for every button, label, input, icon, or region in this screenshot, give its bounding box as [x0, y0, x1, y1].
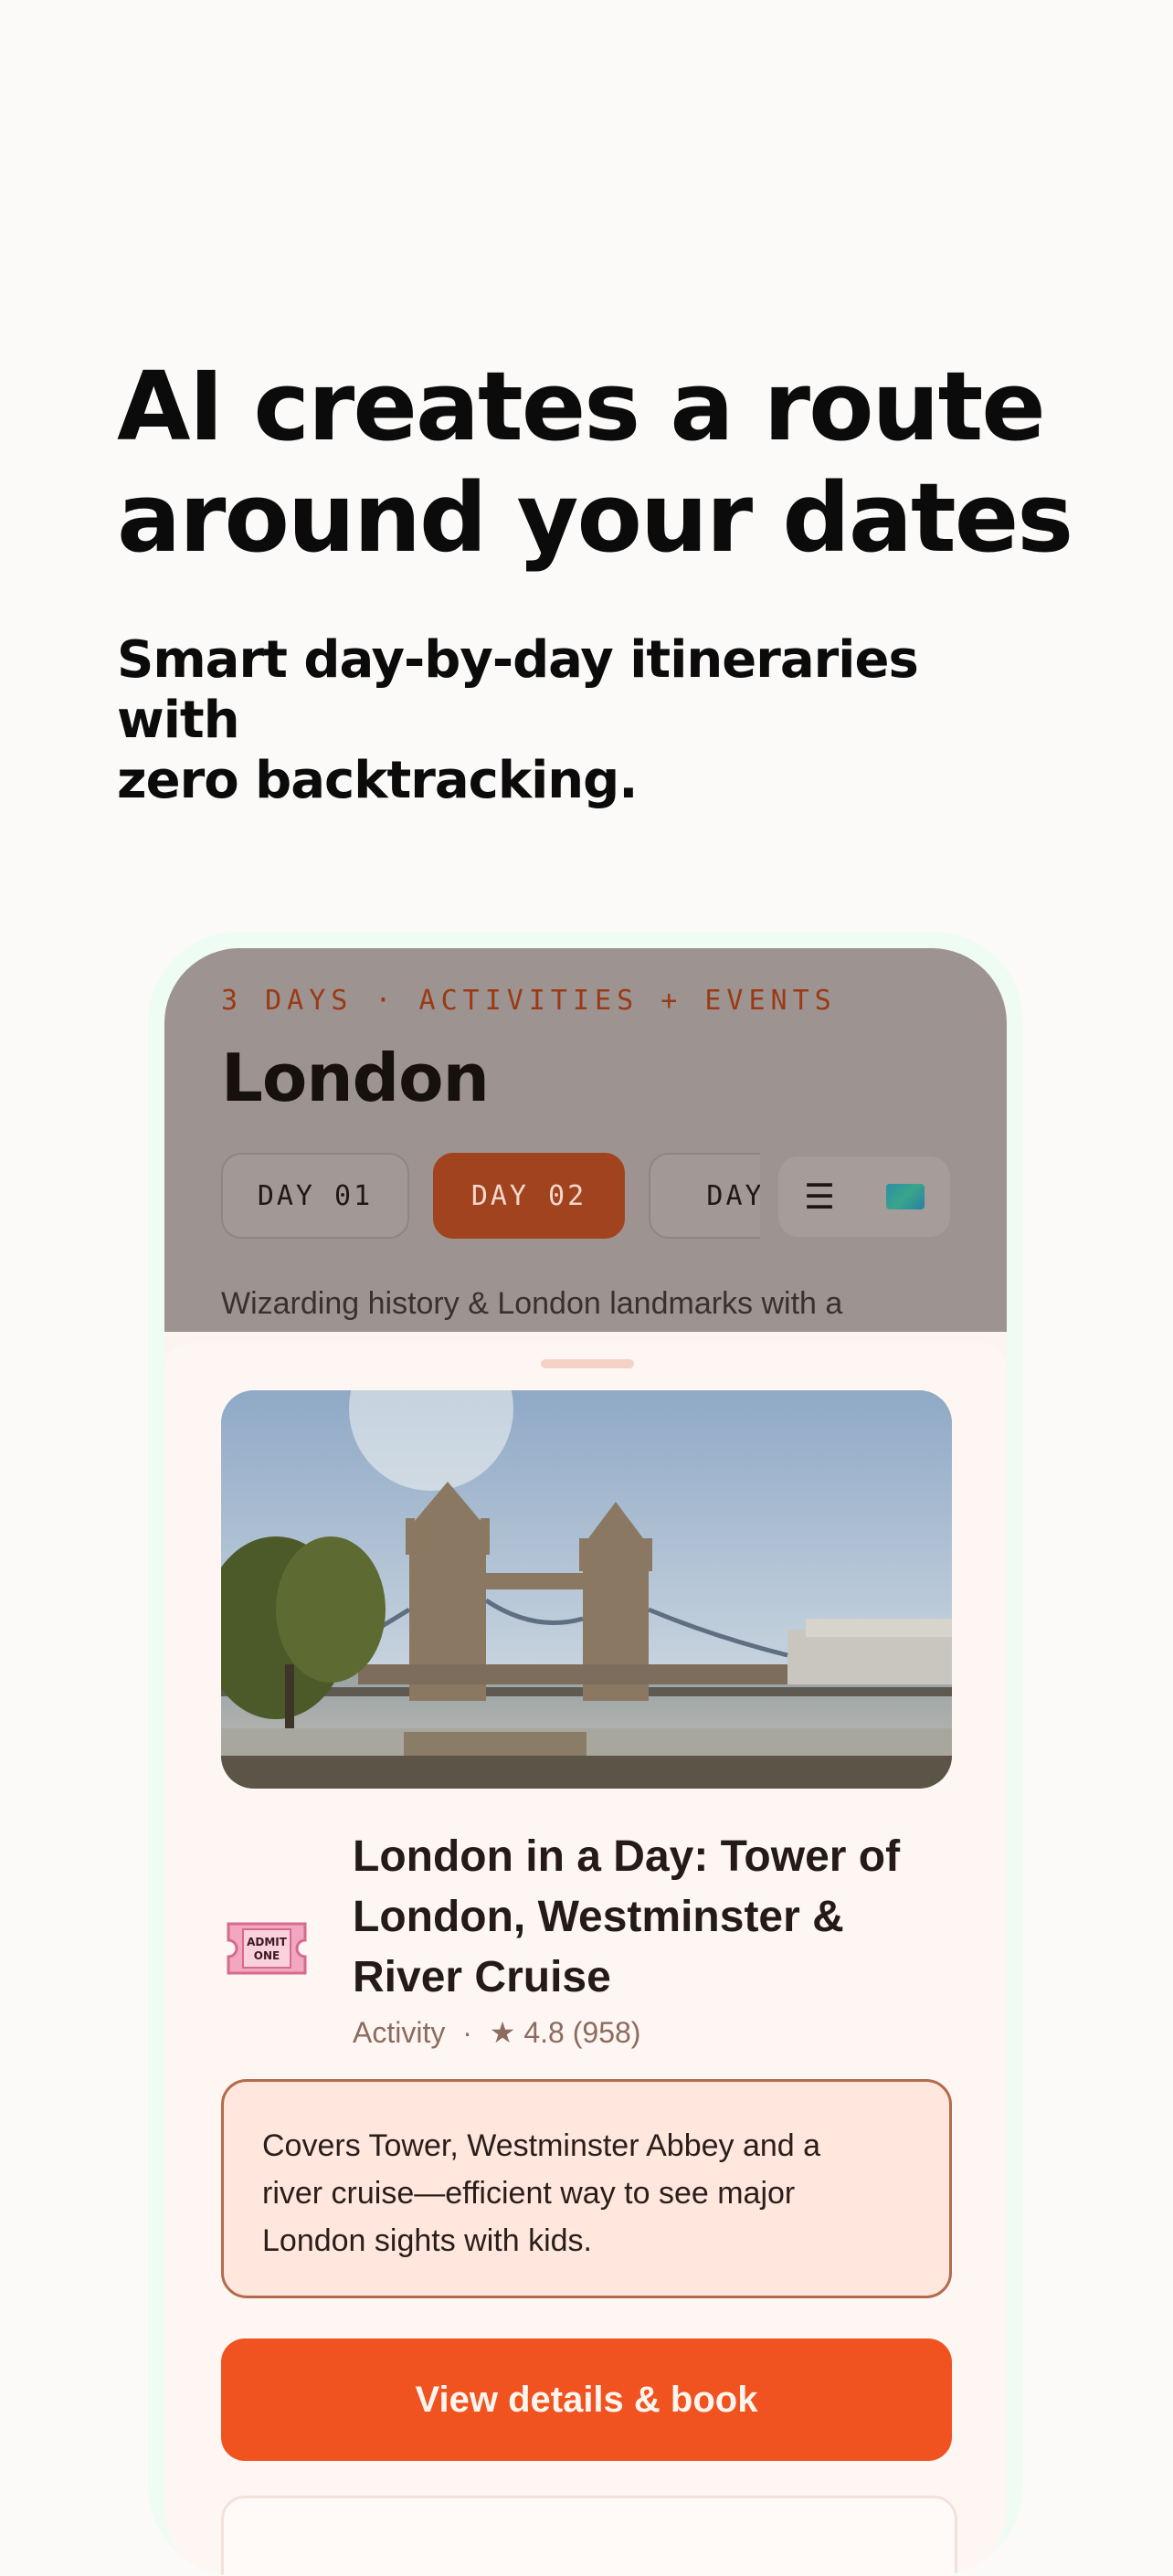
phone-screen: 3 DAYS · ACTIVITIES + EVENTS London DAY … — [164, 948, 1007, 2576]
activity-rating: ★ 4.8 (958) — [489, 2016, 641, 2049]
headline-line-2: around your dates — [117, 462, 1073, 574]
phone-mockup: 3 DAYS · ACTIVITIES + EVENTS London DAY … — [148, 932, 1023, 2576]
promo-headline: AI creates a route around your dates — [117, 351, 1104, 574]
activity-title-line-3: River Cruise — [353, 1953, 611, 2001]
subhead-line-1: Smart day-by-day itineraries with — [117, 630, 919, 750]
day-tabs: DAY 01 DAY 02 DAY — [221, 1153, 760, 1244]
subhead-line-2: zero backtracking. — [117, 751, 639, 810]
view-details-book-button[interactable]: View details & book — [221, 2338, 952, 2461]
activity-bottom-sheet[interactable]: ADMIT ONE London in a Day: Tower of Lond… — [164, 1343, 1007, 2576]
admit-one-ticket-icon: ADMIT ONE — [227, 1922, 307, 1975]
note-line-3: London sights with kids. — [262, 2223, 592, 2258]
trip-meta: 3 DAYS · ACTIVITIES + EVENTS — [221, 985, 837, 1017]
note-line-2: river cruise—efficient way to see major — [262, 2176, 796, 2211]
note-line-1: Covers Tower, Westminster Abbey and a — [262, 2128, 821, 2163]
activity-meta: Activity · ★ 4.8 (958) — [353, 2015, 640, 2050]
itinerary-header: 3 DAYS · ACTIVITIES + EVENTS London DAY … — [164, 948, 1007, 1332]
sheet-drag-handle[interactable] — [541, 1359, 634, 1368]
tower-bridge-photo[interactable] — [221, 1390, 952, 1789]
meta-separator: · — [462, 2016, 472, 2049]
activity-title-line-1: London in a Day: Tower of — [353, 1832, 901, 1881]
activity-title-line-2: London, Westminster & — [353, 1893, 844, 1941]
ticket-text-line-2: ONE — [254, 1949, 280, 1962]
next-activity-card[interactable] — [221, 2496, 957, 2576]
activity-category: Activity — [353, 2016, 446, 2049]
day-description: Wizarding history & London landmarks wit… — [221, 1286, 843, 1321]
promo-subheadline: Smart day-by-day itineraries with zero b… — [117, 630, 1030, 811]
ai-recommendation-note: Covers Tower, Westminster Abbey and a ri… — [221, 2079, 952, 2298]
world-map-icon[interactable] — [886, 1184, 925, 1209]
activity-title[interactable]: London in a Day: Tower of London, Westmi… — [353, 1827, 937, 2008]
view-toggle[interactable]: ☰ — [778, 1156, 950, 1237]
list-icon[interactable]: ☰ — [804, 1177, 835, 1218]
tab-day-01[interactable]: DAY 01 — [221, 1153, 409, 1239]
city-title: London — [221, 1040, 490, 1116]
ticket-text-line-1: ADMIT — [247, 1936, 288, 1948]
tab-day-02[interactable]: DAY 02 — [433, 1153, 625, 1239]
headline-line-1: AI creates a route — [117, 351, 1046, 462]
tab-day-03[interactable]: DAY — [649, 1153, 760, 1239]
